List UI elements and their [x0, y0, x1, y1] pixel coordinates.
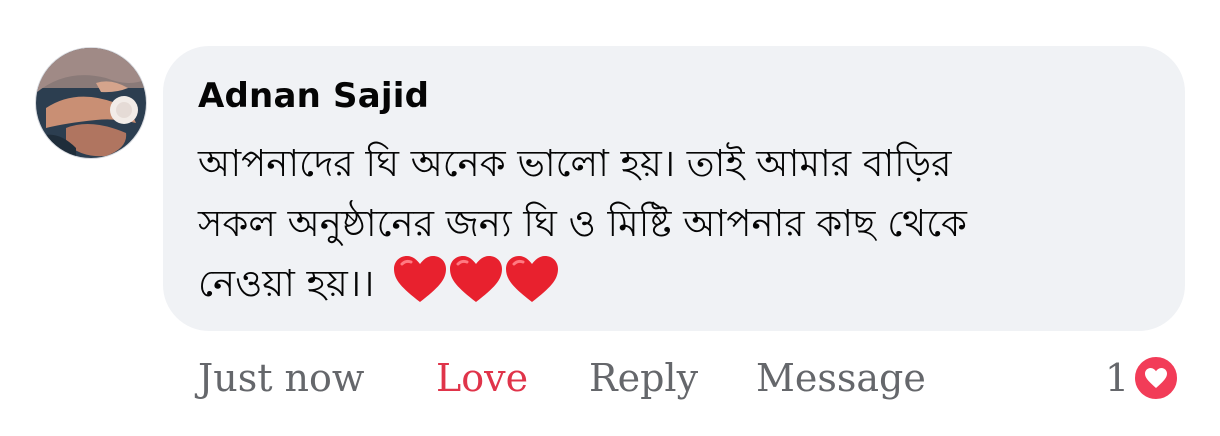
- red-heart-icon: [394, 256, 447, 302]
- love-button[interactable]: Love: [436, 352, 528, 404]
- heart-icon: [1131, 353, 1182, 403]
- comment-line: আপনাদের ঘি অনেক ভালো হয়। তাই আমার বাড়ি…: [198, 142, 952, 185]
- comment-line-last: নেওয়া হয়।।: [198, 254, 1168, 314]
- reaction-count: 1: [1105, 356, 1130, 400]
- heart-emoji-group: [392, 254, 560, 304]
- reaction-summary[interactable]: 1: [1105, 352, 1182, 404]
- comment-actions: Just now Love Reply Message: [0, 352, 1220, 404]
- comment-bubble: Adnan Sajid আপনাদের ঘি অনেক ভালো হয়। তা…: [163, 46, 1185, 331]
- avatar[interactable]: [35, 47, 147, 159]
- comment-line-text: নেওয়া হয়।।: [198, 262, 375, 305]
- red-heart-icon: [506, 256, 559, 302]
- reply-button[interactable]: Reply: [589, 352, 698, 404]
- timestamp[interactable]: Just now: [198, 352, 364, 404]
- comment-author[interactable]: Adnan Sajid: [198, 76, 429, 116]
- comment-text: আপনাদের ঘি অনেক ভালো হয়। তাই আমার বাড়ি…: [198, 134, 1168, 314]
- profile-photo-icon: [36, 48, 146, 158]
- comment-line: সকল অনুষ্ঠানের জন্য ঘি ও মিষ্টি আপনার কা…: [198, 202, 967, 245]
- red-heart-icon: [450, 256, 503, 302]
- message-button[interactable]: Message: [756, 352, 926, 404]
- heart-glyph-icon: [1145, 368, 1168, 388]
